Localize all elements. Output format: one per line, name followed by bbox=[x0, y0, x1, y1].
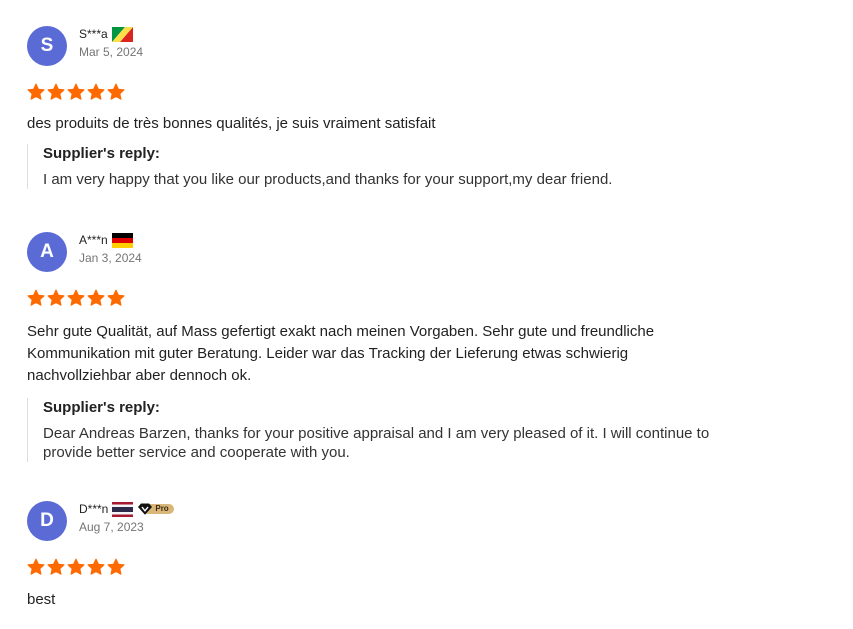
comment-line: Sehr gute Qualität, auf Mass gefertigt e… bbox=[27, 323, 655, 340]
reviewer-name: D***n bbox=[79, 502, 109, 516]
star-icon bbox=[87, 83, 105, 101]
rating-stars bbox=[27, 558, 817, 576]
reviewer-name-line: S***a bbox=[79, 26, 133, 42]
review-header: D D***n Pro Aug 7, 2023 bbox=[27, 501, 817, 541]
review-item: D D***n Pro Aug 7, 2023 best bbox=[27, 501, 817, 611]
reviewer-name-line: D***n Pro bbox=[79, 501, 175, 517]
rating-stars bbox=[27, 289, 817, 307]
pro-badge: Pro bbox=[137, 502, 175, 516]
comment-line: nachvollziehbar aber dennoch ok. bbox=[27, 367, 252, 384]
review-item: S S***a Mar 5, 2024 des produits de très… bbox=[27, 26, 817, 189]
star-icon bbox=[107, 289, 125, 307]
reply-title: Supplier's reply: bbox=[43, 145, 160, 162]
reply-title: Supplier's reply: bbox=[43, 399, 160, 416]
avatar: A bbox=[27, 232, 67, 272]
review-comment: best bbox=[27, 591, 56, 608]
reviewer-name: A***n bbox=[79, 233, 108, 247]
reply-line: Dear Andreas Barzen, thanks for your pos… bbox=[43, 425, 710, 442]
star-icon bbox=[27, 83, 45, 101]
reviewer-name: S***a bbox=[79, 27, 108, 41]
congo-flag-icon bbox=[111, 26, 133, 42]
comment-line: Kommunikation mit guter Beratung. Leider… bbox=[27, 345, 629, 362]
star-icon bbox=[67, 83, 85, 101]
star-icon bbox=[67, 558, 85, 576]
star-icon bbox=[47, 558, 65, 576]
star-icon bbox=[107, 558, 125, 576]
review-date: Aug 7, 2023 bbox=[79, 520, 144, 534]
review-header: A A***n Jan 3, 2024 bbox=[27, 232, 817, 272]
pro-badge-label: Pro bbox=[155, 504, 169, 513]
review-date: Jan 3, 2024 bbox=[79, 251, 142, 265]
reviewer-name-line: A***n bbox=[79, 232, 133, 248]
star-icon bbox=[87, 558, 105, 576]
star-icon bbox=[67, 289, 85, 307]
supplier-reply: Supplier's reply: I am very happy that y… bbox=[27, 144, 817, 189]
star-icon bbox=[47, 83, 65, 101]
rating-stars bbox=[27, 83, 817, 101]
star-icon bbox=[87, 289, 105, 307]
thailand-flag-icon bbox=[112, 501, 134, 517]
review-header: S S***a Mar 5, 2024 bbox=[27, 26, 817, 66]
avatar: D bbox=[27, 501, 67, 541]
germany-flag-icon bbox=[111, 232, 133, 248]
star-icon bbox=[27, 289, 45, 307]
reply-line: provide better service and cooperate wit… bbox=[43, 444, 350, 461]
review-comment: des produits de très bonnes qualités, je… bbox=[27, 115, 436, 132]
supplier-reply: Supplier's reply: Dear Andreas Barzen, t… bbox=[27, 398, 817, 462]
reply-text: Dear Andreas Barzen, thanks for your pos… bbox=[43, 424, 817, 462]
review-comment: Sehr gute Qualität, auf Mass gefertigt e… bbox=[27, 321, 817, 387]
review-item: A A***n Jan 3, 2024 Sehr gute Qualität, … bbox=[27, 232, 817, 462]
avatar: S bbox=[27, 26, 67, 66]
star-icon bbox=[47, 289, 65, 307]
review-date: Mar 5, 2024 bbox=[79, 45, 144, 59]
star-icon bbox=[107, 83, 125, 101]
star-icon bbox=[27, 558, 45, 576]
reply-text: I am very happy that you like our produc… bbox=[43, 171, 613, 188]
